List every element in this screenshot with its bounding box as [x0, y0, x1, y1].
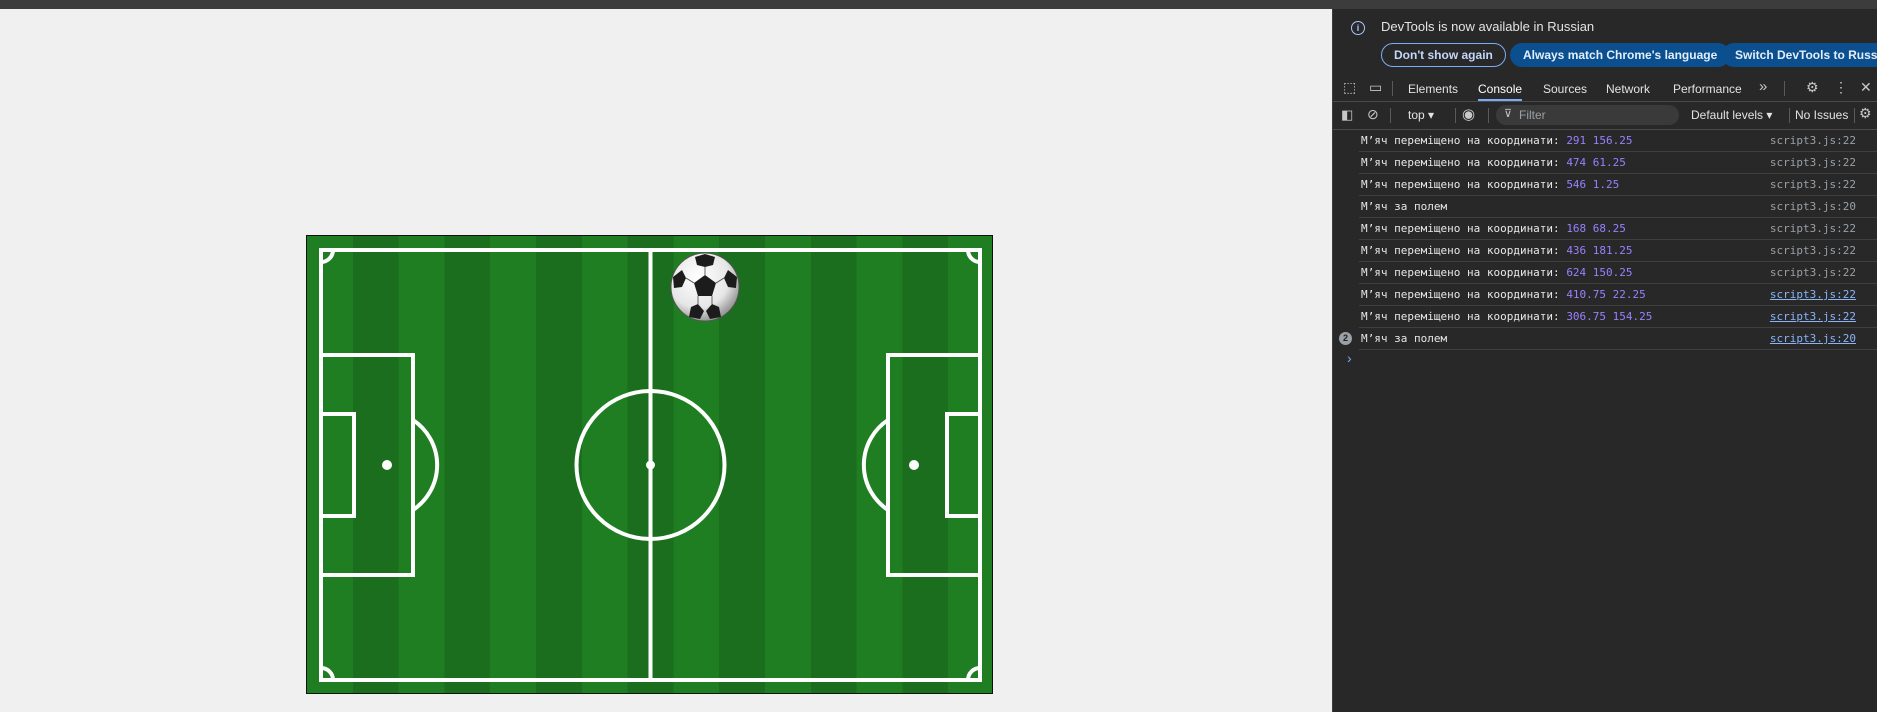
language-infobar: i DevTools is now available in Russian D… — [1333, 9, 1877, 75]
field-markings — [319, 248, 982, 682]
live-expression-eye-icon[interactable]: ◉ — [1462, 105, 1475, 123]
browser-top-bar — [0, 0, 1877, 9]
log-source-link[interactable]: script3.js:22 — [1770, 240, 1856, 261]
log-source-link[interactable]: script3.js:20 — [1770, 328, 1856, 349]
sidebar-toggle-icon[interactable]: ◧ — [1341, 107, 1353, 123]
filter-placeholder: Filter — [1519, 108, 1546, 122]
log-message: М’яч переміщено на координати: 168 68.25 — [1361, 218, 1626, 239]
log-text: М’яч переміщено на координати: — [1361, 134, 1567, 147]
log-message: М’яч переміщено на координати: 306.75 15… — [1361, 306, 1652, 327]
tab-performance[interactable]: Performance — [1673, 76, 1742, 101]
filter-icon: ⊽ — [1504, 108, 1513, 120]
right-penalty-area — [886, 353, 982, 577]
switch-to-russian-button[interactable]: Switch DevTools to Russian — [1722, 43, 1877, 67]
tab-network[interactable]: Network — [1606, 76, 1650, 101]
log-coordinates: 168 68.25 — [1566, 222, 1626, 235]
left-penalty-area — [319, 353, 415, 577]
log-message: М’яч переміщено на координати: 624 150.2… — [1361, 262, 1633, 283]
console-prompt[interactable]: › — [1333, 350, 1877, 372]
console-log-row: М’яч переміщено на координати: 474 61.25… — [1359, 152, 1877, 174]
more-tabs-icon[interactable]: » — [1759, 78, 1767, 95]
log-message: М’яч за полем — [1361, 196, 1447, 217]
log-coordinates: 624 150.25 — [1566, 266, 1633, 279]
log-source-link[interactable]: script3.js:22 — [1770, 218, 1856, 239]
center-spot — [646, 460, 655, 470]
clear-console-icon[interactable]: ⊘ — [1367, 106, 1379, 123]
log-coordinates: 410.75 22.25 — [1566, 288, 1646, 301]
right-penalty-arc — [861, 418, 890, 512]
log-source-link[interactable]: script3.js:22 — [1770, 174, 1856, 195]
log-text: М’яч переміщено на координати: — [1361, 156, 1567, 169]
always-match-language-button[interactable]: Always match Chrome's language — [1510, 43, 1731, 67]
prompt-chevron-icon: › — [1347, 350, 1352, 366]
console-log-row: М’яч переміщено на координати: 624 150.2… — [1359, 262, 1877, 284]
log-message: М’яч переміщено на координати: 410.75 22… — [1361, 284, 1646, 305]
log-levels-dropdown[interactable]: Default levels ▾ — [1691, 108, 1772, 122]
log-coordinates: 474 61.25 — [1566, 156, 1626, 169]
left-goal-area — [319, 412, 356, 518]
inspect-element-icon[interactable]: ⬚ — [1343, 79, 1356, 96]
console-log-row: М’яч переміщено на координати: 291 156.2… — [1359, 130, 1877, 152]
dont-show-again-button[interactable]: Don't show again — [1381, 43, 1506, 67]
log-coordinates: 436 181.25 — [1566, 244, 1633, 257]
devtools-tab-bar: ⬚ ▭ Elements Console Sources Network Per… — [1333, 76, 1877, 102]
console-log-row: М’яч переміщено на координати: 410.75 22… — [1359, 284, 1877, 306]
log-message: М’яч переміщено на координати: 291 156.2… — [1361, 130, 1633, 151]
device-toolbar-icon[interactable]: ▭ — [1369, 79, 1382, 96]
info-icon: i — [1351, 21, 1365, 35]
tab-elements[interactable]: Elements — [1408, 76, 1458, 101]
log-source-link[interactable]: script3.js:22 — [1770, 284, 1856, 305]
football-field[interactable] — [306, 235, 993, 694]
tab-sources[interactable]: Sources — [1543, 76, 1587, 101]
console-log-row: 2 М’яч за полем script3.js:20 — [1339, 328, 1877, 350]
console-log-row: М’яч переміщено на координати: 306.75 15… — [1359, 306, 1877, 328]
log-coordinates: 291 156.25 — [1566, 134, 1633, 147]
log-text: М’яч переміщено на координати: — [1361, 244, 1567, 257]
left-penalty-spot — [382, 460, 392, 470]
close-icon[interactable]: ✕ — [1860, 79, 1872, 96]
settings-gear-icon[interactable]: ⚙ — [1806, 79, 1819, 96]
repeat-count-badge: 2 — [1339, 332, 1352, 345]
right-penalty-spot — [909, 460, 919, 470]
soccer-ball-icon[interactable] — [669, 251, 741, 323]
right-goal-area — [945, 412, 982, 518]
devtools-panel: i DevTools is now available in Russian D… — [1332, 9, 1877, 712]
infobar-message: DevTools is now available in Russian — [1381, 19, 1595, 34]
tab-console[interactable]: Console — [1478, 76, 1523, 101]
log-text: М’яч за полем — [1361, 200, 1448, 213]
filter-input[interactable]: ⊽ Filter — [1496, 105, 1679, 125]
log-coordinates: 546 1.25 — [1566, 178, 1620, 191]
log-text: М’яч переміщено на координати: — [1361, 288, 1567, 301]
log-source-link[interactable]: script3.js:22 — [1770, 262, 1856, 283]
log-message: М’яч за полем — [1361, 328, 1447, 349]
left-penalty-arc — [411, 418, 440, 512]
log-message: М’яч переміщено на координати: 436 181.2… — [1361, 240, 1633, 261]
log-source-link[interactable]: script3.js:22 — [1770, 306, 1856, 327]
console-log-row: М’яч переміщено на координати: 546 1.25 s… — [1359, 174, 1877, 196]
log-text: М’яч за полем — [1361, 332, 1448, 345]
log-source-link[interactable]: script3.js:20 — [1770, 196, 1856, 217]
console-log-row: М’яч переміщено на координати: 168 68.25… — [1359, 218, 1877, 240]
log-source-link[interactable]: script3.js:22 — [1770, 152, 1856, 173]
log-text: М’яч переміщено на координати: — [1361, 178, 1567, 191]
context-selector[interactable]: top ▾ — [1408, 108, 1434, 122]
console-toolbar: ◧ ⊘ top ▾ ◉ ⊽ Filter Default levels ▾ No… — [1333, 102, 1877, 130]
console-settings-icon[interactable]: ⚙ — [1859, 105, 1872, 122]
log-message: М’яч переміщено на координати: 546 1.25 — [1361, 174, 1619, 195]
log-message: М’яч переміщено на координати: 474 61.25 — [1361, 152, 1626, 173]
log-text: М’яч переміщено на координати: — [1361, 266, 1567, 279]
kebab-menu-icon[interactable]: ⋮ — [1834, 79, 1848, 96]
log-text: М’яч переміщено на координати: — [1361, 222, 1567, 235]
log-text: М’яч переміщено на координати: — [1361, 310, 1567, 323]
console-log-row: М’яч за полем script3.js:20 — [1359, 196, 1877, 218]
console-messages: М’яч переміщено на координати: 291 156.2… — [1333, 130, 1877, 372]
console-log-row: М’яч переміщено на координати: 436 181.2… — [1359, 240, 1877, 262]
log-coordinates: 306.75 154.25 — [1566, 310, 1653, 323]
issues-counter[interactable]: No Issues — [1795, 108, 1848, 122]
log-source-link[interactable]: script3.js:22 — [1770, 130, 1856, 151]
